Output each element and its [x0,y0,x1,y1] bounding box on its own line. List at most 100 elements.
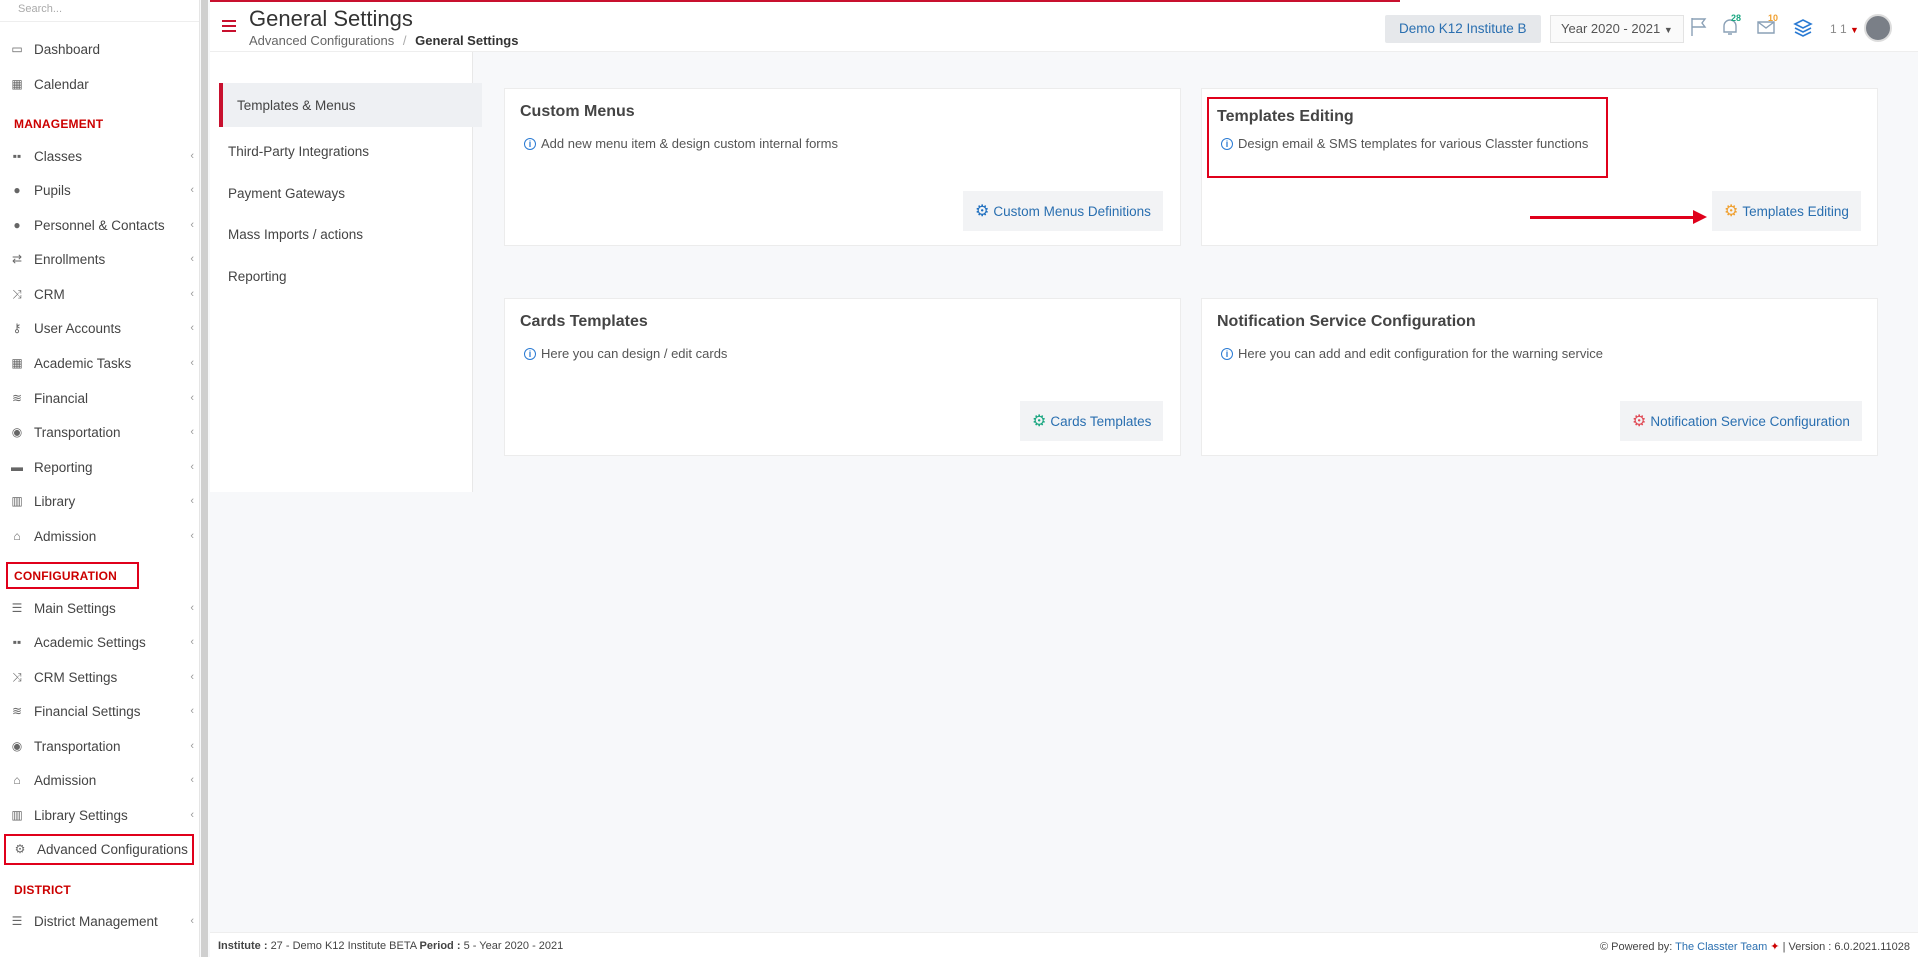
annotation-arrow [1530,210,1707,224]
submenu-third-party[interactable]: Third-Party Integrations [210,130,473,172]
notifications-badge: 28 [1731,13,1742,23]
sidebar-item-calendar[interactable]: ▦ Calendar [0,70,200,98]
card-description-text: Here you can design / edit cards [541,346,728,361]
highlight-advanced-configurations [4,834,194,865]
grid-icon: ▦ [11,356,23,370]
breadcrumb: Advanced Configurations / General Settin… [249,33,518,48]
gears-icon: ⚙ [975,203,990,220]
card-title: Notification Service Configuration [1217,313,1476,330]
templates-editing-button[interactable]: ⚙ Templates Editing [1712,191,1861,231]
sidebar-item-label: Enrollments [34,251,106,267]
chevron-left-icon: ‹ [190,288,194,300]
sidebar-item-label: Admission [34,528,97,544]
chevron-left-icon: ‹ [190,915,194,927]
sidebar-item-main-settings[interactable]: ☰ Main Settings ‹ [0,594,200,622]
institution-icon: ⌂ [13,773,21,787]
chevron-left-icon: ‹ [190,530,194,542]
page-title: General Settings [249,6,413,31]
shuffle-icon: ⤨ [12,669,22,684]
chevron-left-icon: ‹ [190,602,194,614]
users-icon: ● [13,183,21,197]
sidebar-item-personnel[interactable]: ● Personnel & Contacts ‹ [0,211,200,239]
notification-service-configuration-button[interactable]: ⚙ Notification Service Configuration [1620,401,1862,441]
sidebar-scrollbar[interactable] [201,0,208,957]
sidebar-item-label: Main Settings [34,600,116,616]
copyright-icon: © [1599,941,1609,953]
sidebar-item-label: Personnel & Contacts [34,217,165,233]
sidebar-item-financial[interactable]: ≋ Financial ‹ [0,384,200,412]
chevron-left-icon: ‹ [190,219,194,231]
submenu-reporting[interactable]: Reporting [210,255,473,297]
sidebar-item-admission[interactable]: ⌂ Admission ‹ [0,522,200,550]
breadcrumb-parent[interactable]: Advanced Configurations [249,33,394,48]
sliders-icon: ☰ [11,601,23,615]
avatar[interactable] [1864,14,1892,42]
footer: Institute : 27 - Demo K12 Institute BETA… [210,932,1918,957]
coins-icon: ≋ [11,704,23,718]
sidebar-item-district-management[interactable]: ☰ District Management ‹ [0,907,200,935]
sidebar-item-reporting[interactable]: ▬ Reporting ‹ [0,453,200,481]
institute-selector[interactable]: Demo K12 Institute B [1385,15,1541,43]
sidebar-item-financial-settings[interactable]: ≋ Financial Settings ‹ [0,697,200,725]
info-icon: i [524,137,536,150]
sidebar-item-label: Library [34,493,76,509]
custom-menus-definitions-button[interactable]: ⚙ Custom Menus Definitions [963,191,1163,231]
gears-icon: ⚙ [1032,413,1047,430]
submenu-payment-gateways[interactable]: Payment Gateways [210,172,473,214]
sidebar-item-transportation[interactable]: ◉ Transportation ‹ [0,418,200,446]
sidebar-item-library[interactable]: ▥ Library ‹ [0,487,200,515]
flag-icon[interactable] [1688,16,1712,40]
sidebar-item-label: Financial [34,390,89,406]
sidebar-item-library-settings[interactable]: ▥ Library Settings ‹ [0,801,200,829]
sidebar-item-user-accounts[interactable]: ⚷ User Accounts ‹ [0,314,200,342]
cards-templates-button[interactable]: ⚙ Cards Templates [1020,401,1164,441]
sidebar-item-classes[interactable]: ▪▪ Classes ‹ [0,142,200,170]
footer-version: | Version : 6.0.2021.11028 [1782,941,1910,953]
sidebar-item-transportation-settings[interactable]: ◉ Transportation ‹ [0,732,200,760]
sidebar-item-label: Reporting [34,459,93,475]
sidebar-item-academic-settings[interactable]: ▪▪ Academic Settings ‹ [0,628,200,656]
sidebar-item-enrollments[interactable]: ⇄ Enrollments ‹ [0,245,200,273]
sidebar-item-crm-settings[interactable]: ⤨ CRM Settings ‹ [0,663,200,691]
card-title: Cards Templates [520,313,648,330]
hamburger-menu-icon[interactable] [222,20,236,32]
caret-down-icon: ▼ [1850,25,1859,35]
sidebar-item-label: Academic Tasks [34,355,132,371]
year-value: Year 2020 - 2021 [1561,21,1661,36]
gears-icon: ⚙ [1632,413,1647,430]
sidebar-item-label: District Management [34,913,158,929]
chevron-left-icon: ‹ [190,357,194,369]
sidebar-item-label: Academic Settings [34,634,146,650]
sidebar-search-input[interactable]: Search... [0,0,199,22]
user-menu-label[interactable]: 1 1 ▼ [1830,22,1859,36]
footer-powered: © Powered by: The Classter Team ✦ | Vers… [1600,940,1910,953]
year-select[interactable]: Year 2020 - 2021 ▼ [1550,15,1684,43]
sidebar-item-admission-settings[interactable]: ⌂ Admission ‹ [0,766,200,794]
sidebar-item-label: Transportation [34,738,121,754]
sidebar-item-dashboard[interactable]: ▭ Dashboard [0,35,200,63]
sidebar-item-label: Classes [34,148,83,164]
user-icon: ● [13,218,21,232]
submenu-mass-imports[interactable]: Mass Imports / actions [210,213,473,255]
card-notification-service: Notification Service Configuration i Here… [1201,298,1878,456]
submenu-templates-menus[interactable]: Templates & Menus [219,83,482,127]
chevron-left-icon: ‹ [190,774,194,786]
layers-icon[interactable] [1792,16,1816,40]
breadcrumb-current: General Settings [415,33,519,48]
footer-institute-label: Institute : [218,940,268,952]
chevron-left-icon: ‹ [190,671,194,683]
chevron-left-icon: ‹ [190,461,194,473]
sidebar-item-label: User Accounts [34,320,122,336]
card-cards-templates: Cards Templates i Here you can design / e… [504,298,1181,456]
footer-powered-link[interactable]: The Classter Team [1675,941,1767,953]
card-description: i Add new menu item & design custom inter… [524,136,838,151]
chevron-left-icon: ‹ [190,740,194,752]
sidebar-item-label: Admission [34,772,97,788]
bus-icon: ◉ [11,425,23,439]
sidebar-item-pupils[interactable]: ● Pupils ‹ [0,176,200,204]
calendar-icon: ▦ [11,77,23,91]
coins-icon: ≋ [11,391,23,405]
sidebar-item-crm[interactable]: ⤨ CRM ‹ [0,280,200,308]
sidebar-item-academic-tasks[interactable]: ▦ Academic Tasks ‹ [0,349,200,377]
caret-down-icon: ▼ [1663,25,1673,35]
